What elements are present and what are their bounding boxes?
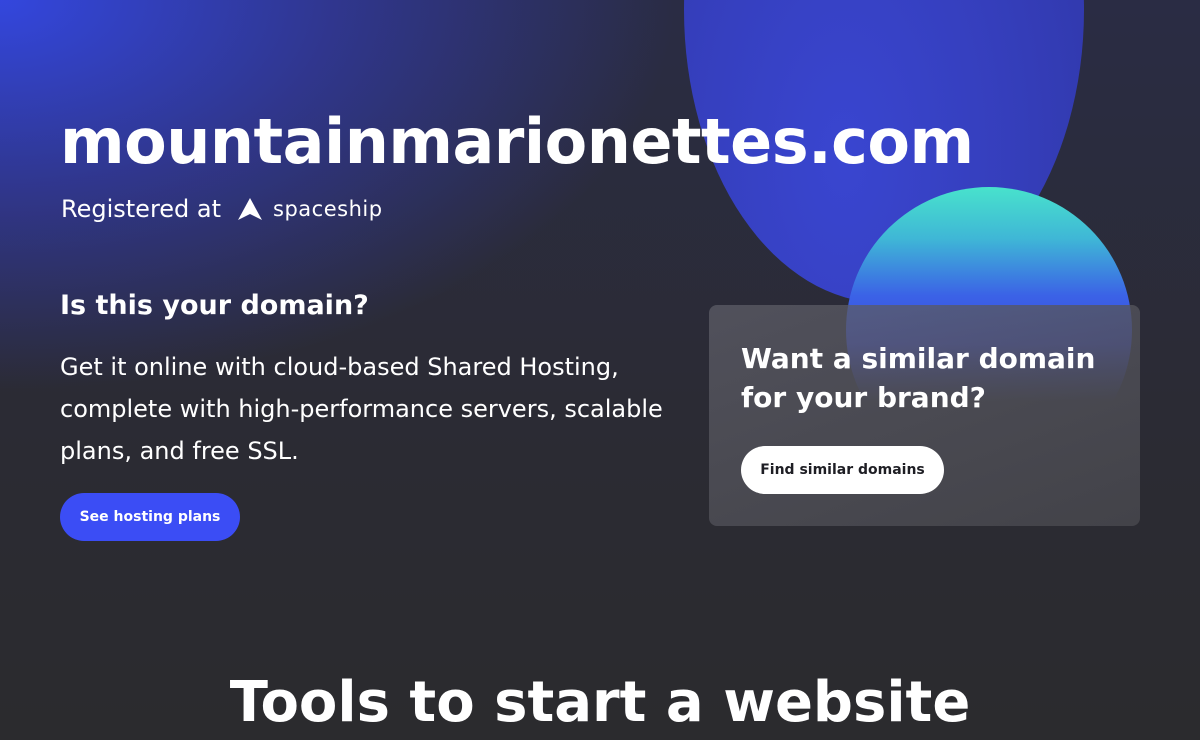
tools-heading: Tools to start a website bbox=[229, 670, 971, 735]
domain-title: mountainmarionettes.com bbox=[60, 105, 974, 178]
similar-domain-card: Want a similar domain for your brand? Fi… bbox=[709, 305, 1140, 526]
similar-domain-heading: Want a similar domain for your brand? bbox=[741, 342, 1096, 414]
registrar-name: spaceship bbox=[273, 197, 383, 221]
hosting-heading: Is this your domain? bbox=[60, 290, 369, 321]
find-similar-domains-button[interactable]: Find similar domains bbox=[741, 446, 944, 494]
registered-label: Registered at bbox=[61, 195, 222, 223]
registered-at-line: Registered at spaceship bbox=[61, 195, 383, 223]
hosting-description: Get it online with cloud-based Shared Ho… bbox=[60, 353, 663, 465]
see-hosting-plans-button[interactable]: See hosting plans bbox=[60, 493, 240, 541]
spaceship-logo[interactable]: spaceship bbox=[237, 197, 383, 221]
spaceship-logo-icon bbox=[238, 198, 263, 220]
